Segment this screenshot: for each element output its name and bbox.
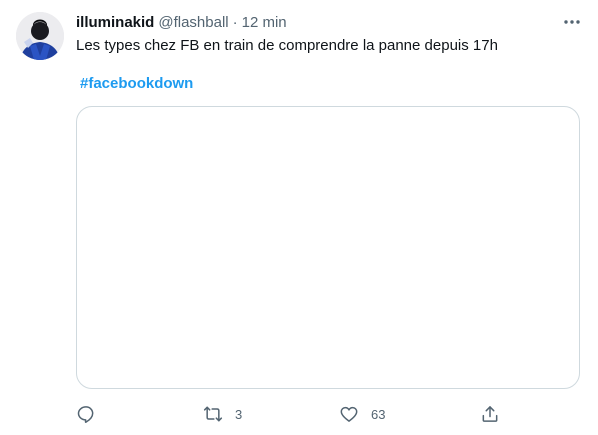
display-name[interactable]: illuminakid bbox=[76, 14, 154, 31]
media-placeholder[interactable] bbox=[76, 106, 580, 389]
tweet-card: illuminakid @flashball · 12 min Les type… bbox=[0, 0, 598, 435]
retweet-icon bbox=[203, 404, 223, 424]
retweet-button[interactable]: 3 bbox=[203, 401, 242, 427]
share-button[interactable] bbox=[480, 401, 500, 427]
retweet-count: 3 bbox=[235, 406, 243, 422]
more-options-icon[interactable] bbox=[558, 11, 586, 33]
heart-icon bbox=[339, 404, 359, 424]
reply-icon bbox=[76, 404, 96, 424]
share-icon bbox=[480, 404, 500, 424]
like-button[interactable]: 63 bbox=[339, 401, 385, 427]
tweet-header: illuminakid @flashball · 12 min bbox=[76, 12, 287, 32]
tweet-text: Les types chez FB en train de comprendre… bbox=[76, 37, 498, 54]
action-bar: 3 63 bbox=[0, 401, 598, 427]
user-handle[interactable]: @flashball bbox=[158, 14, 228, 31]
timestamp[interactable]: 12 min bbox=[242, 14, 287, 31]
hashtag-link[interactable]: #facebookdown bbox=[80, 74, 193, 94]
avatar-image bbox=[16, 12, 64, 60]
like-count: 63 bbox=[371, 406, 386, 422]
avatar[interactable] bbox=[16, 12, 64, 60]
separator-dot: · bbox=[232, 13, 238, 31]
reply-button[interactable] bbox=[76, 401, 96, 427]
